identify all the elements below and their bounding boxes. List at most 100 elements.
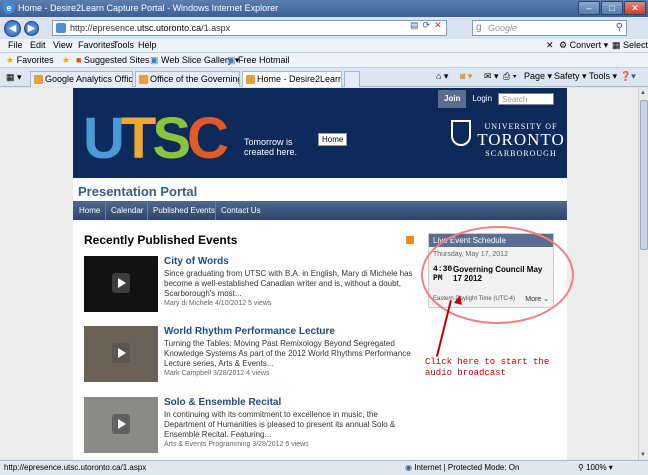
page-menu[interactable]: Page ▾ <box>524 71 552 82</box>
event-title[interactable]: Solo & Ensemble Recital <box>164 397 281 408</box>
add-favorite-icon[interactable]: ★ <box>62 55 70 66</box>
free-hotmail[interactable]: ▣ Free Hotmail <box>227 55 290 66</box>
favorites-button[interactable]: ★ Favorites <box>6 55 54 66</box>
menu-edit[interactable]: Edit <box>30 40 46 50</box>
play-icon <box>112 414 130 434</box>
scroll-up-icon[interactable]: ▲ <box>640 90 646 96</box>
play-icon <box>112 343 130 363</box>
web-slice-gallery[interactable]: ▣ Web Slice Gallery ▾ <box>150 55 239 66</box>
minimize-button[interactable]: – <box>578 1 600 15</box>
menu-view[interactable]: View <box>53 40 72 50</box>
google-icon: g <box>476 22 482 33</box>
search-placeholder: Google <box>488 23 518 33</box>
nav-calendar[interactable]: Calendar <box>111 206 143 215</box>
close-bar-icon[interactable]: ✕ <box>546 40 554 51</box>
zoom-icon: ⚲ <box>578 463 584 472</box>
tab-page-icon <box>246 75 255 84</box>
play-icon <box>112 273 130 293</box>
event-item: City of Words Since graduating from UTSC… <box>84 256 414 312</box>
uoft-line-3: SCARBOROUGH <box>485 149 557 158</box>
star-icon: ★ <box>6 55 15 65</box>
nav-divider <box>147 201 148 220</box>
event-meta: Mary di Michele 4/10/2012 5 views <box>164 300 272 307</box>
maximize-button[interactable]: □ <box>601 1 623 15</box>
join-button[interactable]: Join <box>438 90 467 108</box>
convert-icon: ⚙ <box>559 40 568 50</box>
menu-help[interactable]: Help <box>138 40 157 50</box>
select-icon: ▦ <box>612 40 621 50</box>
annotation-text: Click here to start the audio broadcast <box>425 357 550 378</box>
mail-icon[interactable]: ✉ ▾ <box>484 71 499 82</box>
suggested-icon: ■ <box>76 55 82 65</box>
site-banner: UTSC Tomorrow is created here. Home Join… <box>73 88 567 178</box>
print-icon[interactable]: ⎙ ▾ <box>503 71 516 82</box>
stop-icon[interactable]: ✕ <box>434 20 442 31</box>
favorites-bar: ★ Favorites ★ ■ Suggested Sites ▾ ▣ Web … <box>0 53 648 68</box>
site-tagline: Tomorrow is created here. <box>244 137 298 157</box>
menu-file[interactable]: File <box>8 40 23 50</box>
event-item: World Rhythm Performance Lecture Turning… <box>84 326 414 382</box>
event-title[interactable]: World Rhythm Performance Lecture <box>164 326 335 337</box>
close-button[interactable]: ✕ <box>624 1 646 15</box>
nav-home[interactable]: Home <box>79 206 100 215</box>
window-controls: – □ ✕ <box>578 1 646 15</box>
refresh-icon[interactable]: ⟳ <box>423 20 431 31</box>
login-button[interactable]: Login <box>466 90 499 108</box>
event-item: Solo & Ensemble Recital In continuing wi… <box>84 397 414 453</box>
uoft-line-2: TORONTO <box>477 130 565 149</box>
window-title: Home - Desire2Learn Capture Portal - Win… <box>18 3 279 13</box>
address-bar[interactable]: http://epresence.utsc.utoronto.ca/1.aspx <box>52 20 447 36</box>
recent-events-heading: Recently Published Events <box>84 233 238 247</box>
feeds-icon[interactable]: ◙ ▾ <box>460 71 472 82</box>
account-bar: Join Login Search <box>438 90 555 108</box>
tab-home-desire2learn[interactable]: Home - Desire2Learn C...✕ <box>242 71 342 87</box>
scroll-down-icon[interactable]: ▼ <box>640 452 646 458</box>
event-description: In continuing with its commitment to exc… <box>164 410 396 439</box>
tab-governing-council[interactable]: Office of the Governing C... <box>135 71 240 87</box>
nav-divider <box>215 201 216 220</box>
tab-google-analytics[interactable]: Google Analytics Official ... <box>30 71 133 87</box>
search-icon[interactable]: ⚲ <box>616 22 623 33</box>
event-title[interactable]: City of Words <box>164 256 229 267</box>
back-button[interactable]: ◀ <box>4 20 21 37</box>
globe-icon: ◉ <box>405 463 412 472</box>
event-thumbnail[interactable] <box>84 326 158 382</box>
status-url: http://epresence.utsc.utoronto.ca/1.aspx <box>4 463 147 472</box>
convert-button[interactable]: ⚙ Convert ▾ <box>559 40 608 51</box>
window-titlebar: e Home - Desire2Learn Capture Portal - W… <box>0 0 648 17</box>
nav-divider <box>105 201 106 220</box>
uoft-wordmark[interactable]: UNIVERSITY OF TORONTO SCARBOROUGH <box>477 122 565 158</box>
help-icon[interactable]: ❓▾ <box>620 71 636 82</box>
nav-contact-us[interactable]: Contact Us <box>221 206 261 215</box>
rss-icon[interactable] <box>406 236 414 244</box>
quick-tabs-icon[interactable]: ▦ ▾ <box>6 72 22 83</box>
search-box[interactable]: g Google ⚲ <box>472 20 627 36</box>
logo-letter-u: U <box>83 106 125 171</box>
hotmail-icon: ▣ <box>227 55 236 65</box>
compatibility-icon[interactable]: ▤ <box>410 20 419 31</box>
forward-button[interactable]: ▶ <box>24 21 39 36</box>
menu-tools[interactable]: Tools <box>113 40 134 50</box>
vertical-scrollbar[interactable]: ▲ ▼ <box>638 88 648 460</box>
site-nav: Home Calendar Published Events Contact U… <box>73 201 567 220</box>
nav-published-events[interactable]: Published Events <box>153 206 215 215</box>
tab-page-icon <box>139 75 148 84</box>
select-button[interactable]: ▦ Select <box>612 40 648 51</box>
scroll-thumb[interactable] <box>640 100 648 250</box>
logo-letter-t: T <box>120 106 156 171</box>
suggested-sites[interactable]: ■ Suggested Sites ▾ <box>76 55 157 66</box>
portal-title: Presentation Portal <box>78 184 198 199</box>
safety-menu[interactable]: Safety ▾ <box>554 71 587 82</box>
home-icon[interactable]: ⌂ ▾ <box>436 71 448 82</box>
annotation-ellipse <box>421 226 574 324</box>
zoom-level[interactable]: ⚲ 100% ▾ <box>578 463 613 472</box>
address-url[interactable]: http://epresence.utsc.utoronto.ca/1.aspx <box>70 23 230 33</box>
utsc-logo[interactable]: UTSC <box>83 110 229 168</box>
event-thumbnail[interactable] <box>84 397 158 453</box>
ie-logo-icon: e <box>3 2 15 14</box>
new-tab-button[interactable] <box>344 71 360 87</box>
site-search-input[interactable]: Search <box>498 93 555 105</box>
tools-menu[interactable]: Tools ▾ <box>589 71 617 82</box>
event-thumbnail[interactable] <box>84 256 158 312</box>
menu-favorites[interactable]: Favorites <box>78 40 115 50</box>
